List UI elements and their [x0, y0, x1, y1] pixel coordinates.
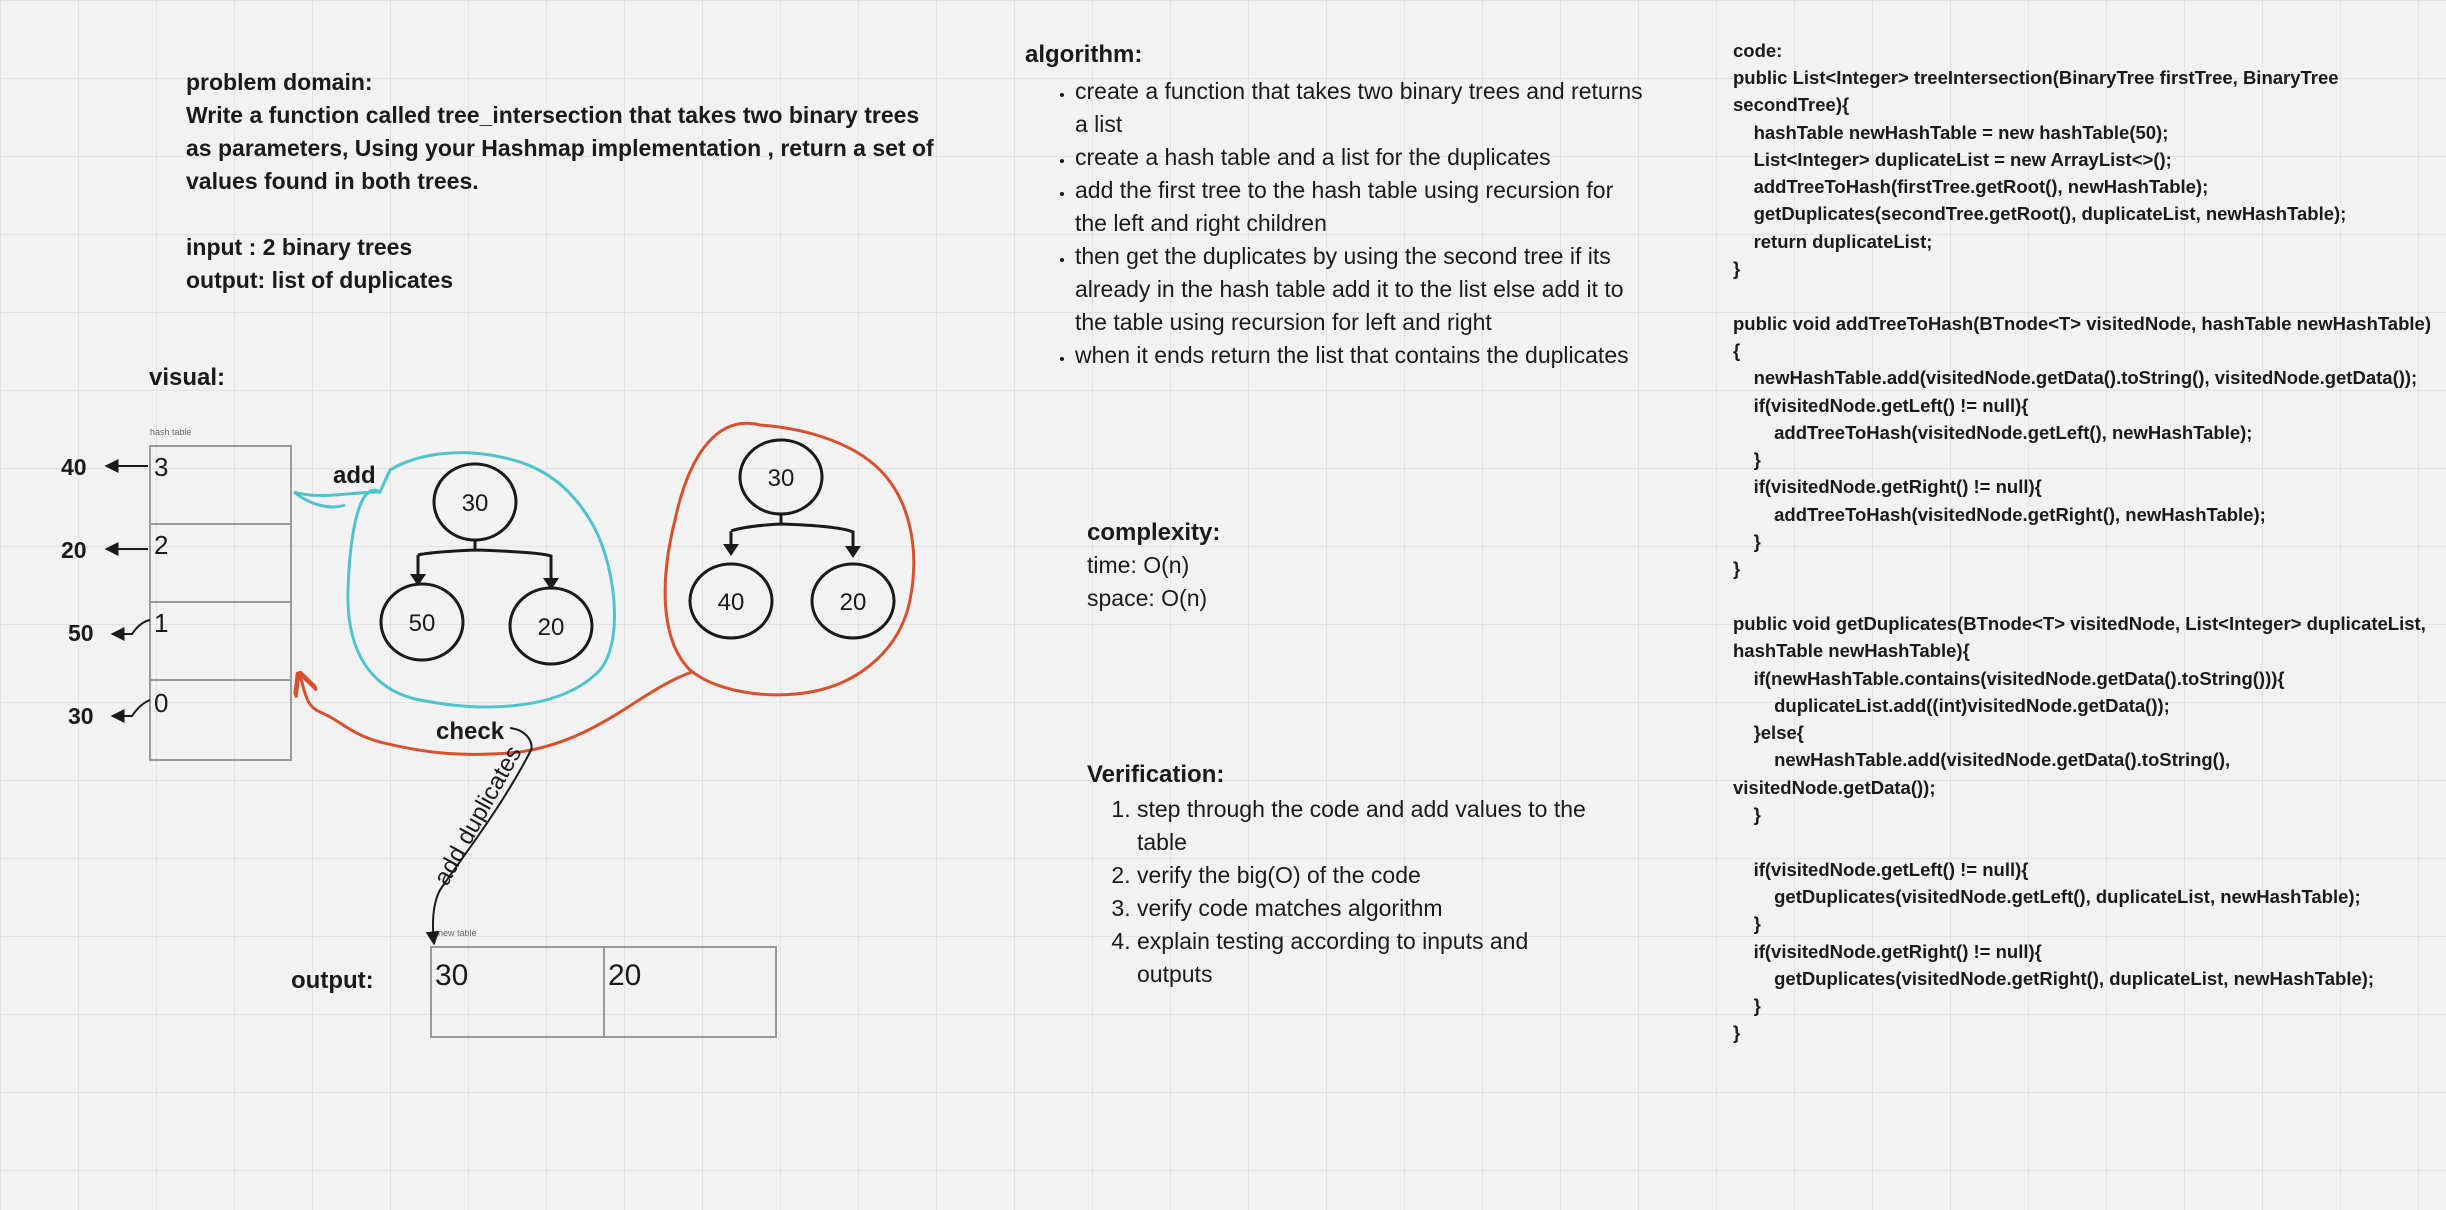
code-heading: code:: [1733, 40, 1783, 61]
algorithm-step: then get the duplicates by using the sec…: [1075, 240, 1645, 339]
algorithm-step: create a hash table and a list for the d…: [1075, 141, 1645, 174]
side-value-40: 40: [61, 454, 87, 480]
tree1-edge-arrowheads: [410, 574, 559, 590]
algorithm-section: algorithm: create a function that takes …: [1025, 38, 1645, 372]
verification-section: Verification: step through the code and …: [1087, 758, 1607, 991]
side-value-20: 20: [61, 537, 87, 563]
tree2-left-value: 40: [718, 589, 745, 616]
add-label: add: [333, 462, 376, 489]
tree1-edges: [416, 540, 553, 586]
verification-step: verify code matches algorithm: [1137, 892, 1607, 925]
side-arrow-30: [110, 699, 151, 723]
tree2-edges: [729, 514, 855, 554]
code-block: public List<Integer> treeIntersection(Bi…: [1733, 67, 2431, 1044]
complexity-heading: complexity:: [1087, 519, 1221, 546]
output-table-caption: new table: [438, 928, 477, 938]
output-value-1: 30: [435, 959, 468, 992]
complexity-time: time: O(n): [1087, 552, 1190, 578]
verification-heading: Verification:: [1087, 761, 1225, 788]
complexity-space: space: O(n): [1087, 585, 1208, 611]
output-value-2: 20: [608, 959, 641, 992]
verification-step: explain testing according to inputs and …: [1137, 925, 1607, 991]
verification-step: step through the code and add values to …: [1137, 793, 1607, 859]
algorithm-step: add the first tree to the hash table usi…: [1075, 174, 1645, 240]
complexity-section: complexity: time: O(n) space: O(n): [1087, 516, 1220, 615]
tree1-left-value: 50: [409, 610, 436, 637]
verification-step: verify the big(O) of the code: [1137, 859, 1607, 892]
side-arrow-50: [110, 619, 151, 641]
algorithm-step: when it ends return the list that contai…: [1075, 339, 1645, 372]
verification-steps: step through the code and add values to …: [1087, 793, 1607, 991]
hash-cell-2: [149, 523, 292, 603]
tree2-edge-arrowheads: [723, 544, 861, 558]
side-value-30: 30: [68, 703, 94, 729]
tree2-right-value: 20: [840, 589, 867, 616]
hash-index-2: 2: [154, 530, 168, 560]
hash-cell-1: [149, 601, 292, 681]
hash-index-3: 3: [154, 452, 168, 482]
hash-index-0: 0: [154, 688, 168, 718]
check-label: check: [436, 718, 505, 745]
algorithm-step: create a function that takes two binary …: [1075, 75, 1645, 141]
tree1-root-value: 30: [462, 490, 489, 517]
output-table: [430, 946, 777, 1038]
algorithm-heading: algorithm:: [1025, 41, 1143, 68]
visual-diagram: hash table 3 2 1 0 40 20 50 30 add 30 50…: [61, 421, 916, 1038]
hash-cell-3: [149, 445, 292, 525]
side-value-50: 50: [68, 620, 94, 646]
hash-table: [149, 445, 292, 761]
algorithm-steps: create a function that takes two binary …: [1025, 75, 1645, 372]
tree2-root-value: 30: [768, 465, 795, 492]
add-duplicates-label: add duplicates: [429, 741, 528, 889]
hash-table-caption: hash table: [150, 427, 192, 437]
tree1-right-value: 20: [538, 614, 565, 641]
hash-cell-0: [149, 679, 292, 761]
hash-index-1: 1: [154, 608, 168, 638]
output-label: output:: [291, 967, 374, 994]
